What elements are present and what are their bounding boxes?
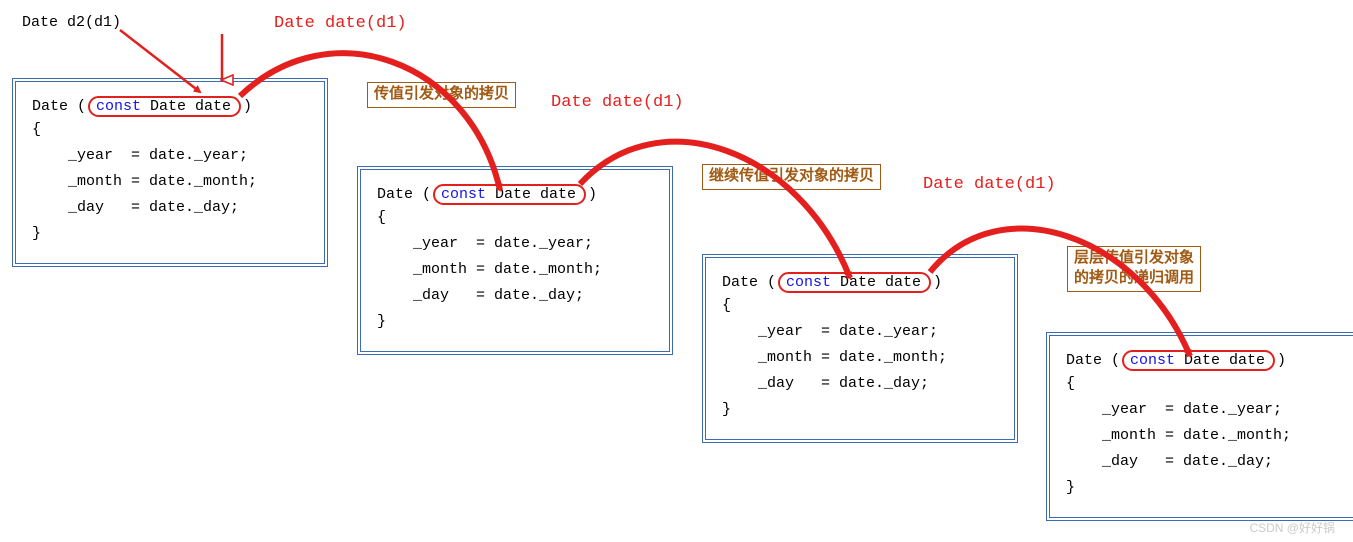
signature-3: Date (const Date date) [722,272,998,293]
diagram-canvas: Date d2(d1) Date date(d1) Date date(d1) … [0,0,1353,542]
code-box-3: Date (const Date date) { _year = date._y… [702,254,1018,443]
body-4: { _year = date._year; _month = date._mon… [1066,371,1342,501]
call-label-3: Date date(d1) [923,175,1056,194]
body-2: { _year = date._year; _month = date._mon… [377,205,653,335]
code-box-2: Date (const Date date) { _year = date._y… [357,166,673,355]
signature-4: Date (const Date date) [1066,350,1342,371]
const-pill-2: const Date date [433,184,586,205]
const-pill-3: const Date date [778,272,931,293]
const-pill-1: const Date date [88,96,241,117]
source-declaration: Date d2(d1) [22,14,121,31]
note-2: 继续传值引发对象的拷贝 [702,164,881,190]
body-3: { _year = date._year; _month = date._mon… [722,293,998,423]
body-1: { _year = date._year; _month = date._mon… [32,117,308,247]
call-label-2: Date date(d1) [551,93,684,112]
watermark: CSDN @好好锅 [1249,519,1335,536]
call-label-1: Date date(d1) [274,14,407,33]
code-box-4: Date (const Date date) { _year = date._y… [1046,332,1353,521]
signature-2: Date (const Date date) [377,184,653,205]
note-1: 传值引发对象的拷贝 [367,82,516,108]
note-3: 层层传值引发对象 的拷贝的递归调用 [1067,246,1201,292]
const-pill-4: const Date date [1122,350,1275,371]
code-box-1: Date (const Date date) { _year = date._y… [12,78,328,267]
signature-1: Date (const Date date) [32,96,308,117]
